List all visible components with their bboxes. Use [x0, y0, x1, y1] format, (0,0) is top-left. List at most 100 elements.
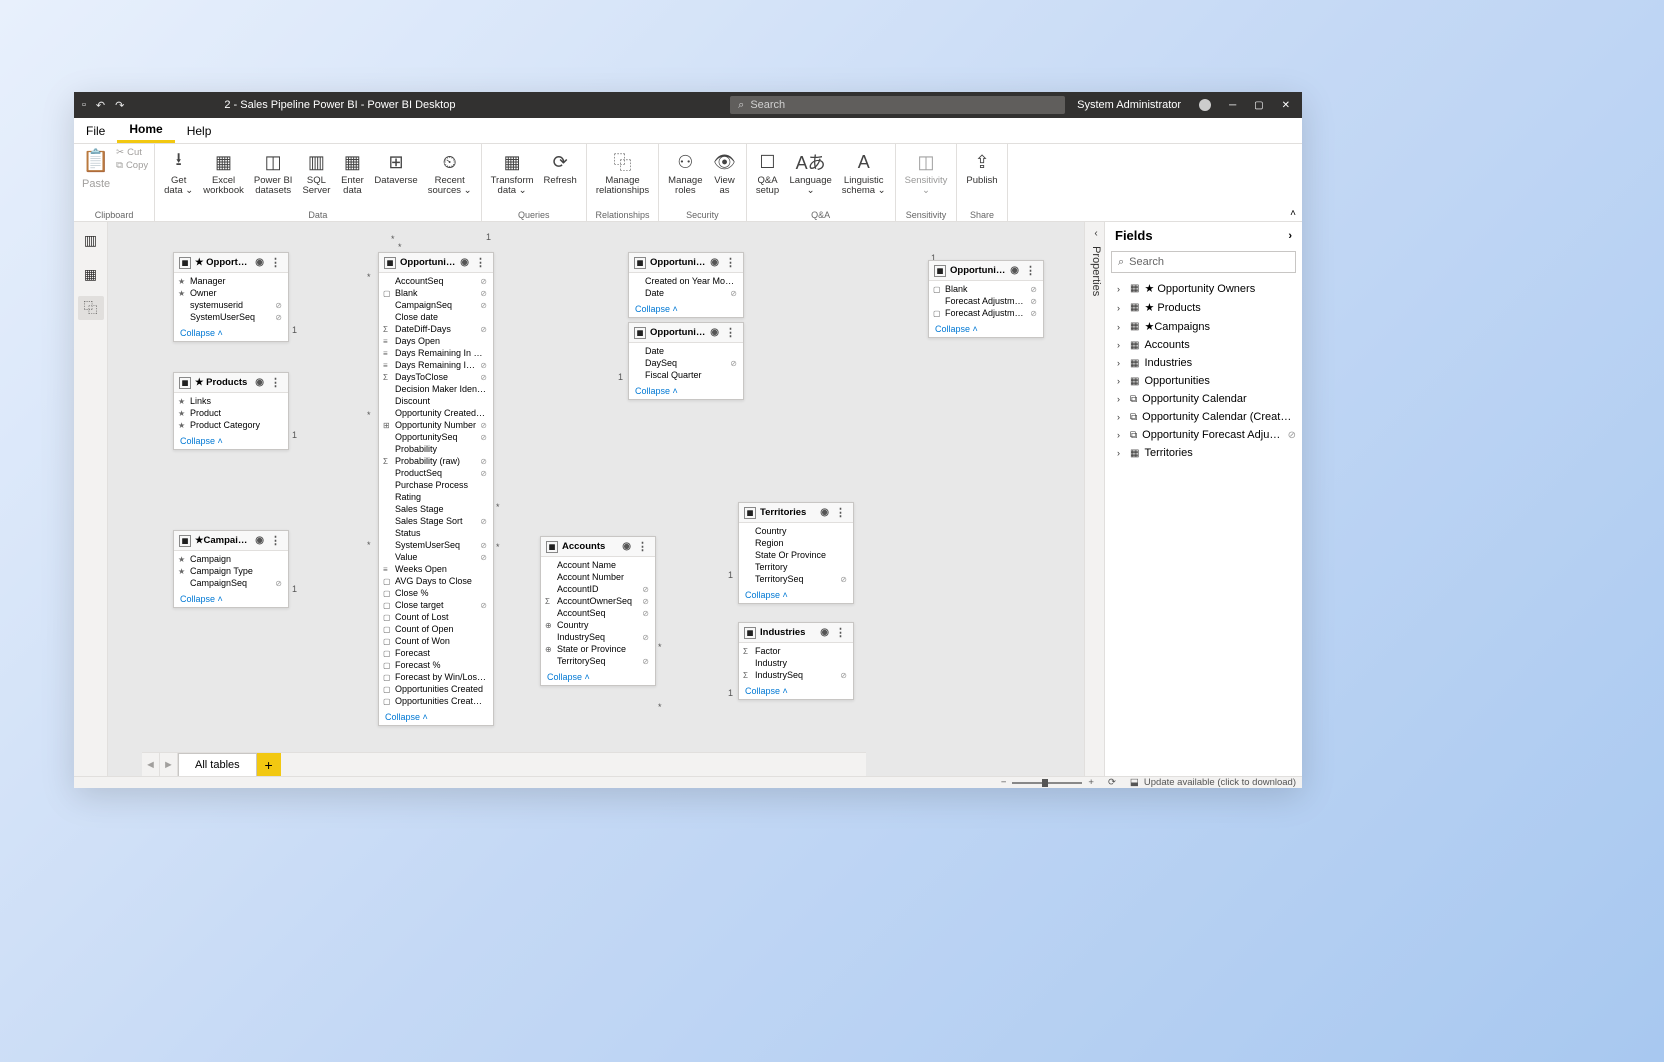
chevron-right-icon[interactable]: ›: [1288, 230, 1292, 242]
field-row[interactable]: ★Owner: [174, 287, 288, 299]
field-row[interactable]: ★Product Category: [174, 419, 288, 431]
collapse-link[interactable]: Collapse: [174, 325, 288, 341]
field-row[interactable]: ⊞Opportunity Number⊘: [379, 419, 493, 431]
user-name[interactable]: System Administrator: [1077, 99, 1181, 111]
update-available[interactable]: ⬓ Update available (click to download): [1130, 777, 1296, 788]
collapse-link[interactable]: Collapse: [629, 383, 743, 399]
field-row[interactable]: Opportunity Created On: [379, 407, 493, 419]
field-row[interactable]: TerritorySeq⊘: [541, 655, 655, 667]
eye-icon[interactable]: ◉: [820, 627, 829, 638]
ribbon-btn-linguistic[interactable]: ALinguistic schema ⌄: [837, 146, 891, 210]
collapse-link[interactable]: Collapse: [174, 433, 288, 449]
ribbon-btn-transform[interactable]: ▦Transform data ⌄: [486, 146, 539, 210]
field-row[interactable]: DaySeq⊘: [629, 357, 743, 369]
more-icon[interactable]: ⋮: [723, 256, 738, 269]
field-row[interactable]: IndustrySeq⊘: [541, 631, 655, 643]
undo-icon[interactable]: ↶: [96, 99, 105, 112]
collapse-link[interactable]: Collapse: [629, 301, 743, 317]
field-row[interactable]: ΣDateDiff-Days⊘: [379, 323, 493, 335]
ribbon-btn-view[interactable]: 👁View as: [708, 146, 742, 210]
field-row[interactable]: Sales Stage Sort⊘: [379, 515, 493, 527]
ribbon-btn-language[interactable]: AあLanguage ⌄: [785, 146, 837, 210]
field-row[interactable]: Date⊘: [629, 287, 743, 299]
field-row[interactable]: ▢Close target⊘: [379, 599, 493, 611]
field-row[interactable]: ▢Count of Won: [379, 635, 493, 647]
field-row[interactable]: Discount: [379, 395, 493, 407]
save-icon[interactable]: ▫: [82, 99, 86, 111]
close-button[interactable]: ✕: [1282, 100, 1290, 111]
collapse-link[interactable]: Collapse: [929, 321, 1043, 337]
field-row[interactable]: ▢Blank⊘: [379, 287, 493, 299]
field-row[interactable]: SystemUserSeq⊘: [379, 539, 493, 551]
field-row[interactable]: ≡Days Open: [379, 335, 493, 347]
field-row[interactable]: OpportunitySeq⊘: [379, 431, 493, 443]
table-campaigns[interactable]: ▦★Campaigns◉⋮★Campaign★Campaign TypeCamp…: [173, 530, 289, 608]
field-row[interactable]: ΣDaysToClose⊘: [379, 371, 493, 383]
field-row[interactable]: ★Campaign Type: [174, 565, 288, 577]
fields-table-opportunity-calendar[interactable]: ›⧉Opportunity Calendar: [1105, 390, 1302, 408]
fields-table--campaigns[interactable]: ›▦★Campaigns: [1105, 317, 1302, 336]
field-row[interactable]: ⊕State or Province: [541, 643, 655, 655]
refresh-icon[interactable]: ⟳: [1108, 777, 1116, 788]
fields-table-opportunity-forecast-adjustment[interactable]: ›⧉Opportunity Forecast Adjustment⊘: [1105, 426, 1302, 444]
ribbon-btn-enter[interactable]: ▦Enter data: [335, 146, 369, 210]
fields-table-industries[interactable]: ›▦Industries: [1105, 354, 1302, 372]
ribbon-btn-sql[interactable]: ▥SQL Server: [297, 146, 335, 210]
collapse-link[interactable]: Collapse: [174, 591, 288, 607]
ribbon-btn-recent[interactable]: ⏲Recent sources ⌄: [423, 146, 477, 210]
field-row[interactable]: ▢Forecast by Win/Loss Ratio: [379, 671, 493, 683]
more-icon[interactable]: ⋮: [268, 376, 283, 389]
field-row[interactable]: ▢Opportunities Created: [379, 683, 493, 695]
more-icon[interactable]: ⋮: [833, 506, 848, 519]
field-row[interactable]: AccountID⊘: [541, 583, 655, 595]
table-opp-calendar[interactable]: ▦Opportunity Calendar◉⋮DateDaySeq⊘Fiscal…: [628, 322, 744, 400]
zoom-in-icon[interactable]: +: [1088, 777, 1094, 788]
table-opportunity-owners[interactable]: ▦★ Opportunity Owners◉⋮★Manager★Ownersys…: [173, 252, 289, 342]
table-header[interactable]: ▦Opportunity Calendar◉⋮: [629, 323, 743, 343]
eye-icon[interactable]: ◉: [255, 377, 264, 388]
field-row[interactable]: Industry: [739, 657, 853, 669]
tab-home[interactable]: Home: [117, 118, 174, 143]
field-row[interactable]: ≡Days Remaining In Pipeline: [379, 347, 493, 359]
field-row[interactable]: Created on Year Month: [629, 275, 743, 287]
eye-icon[interactable]: ◉: [622, 541, 631, 552]
field-row[interactable]: ▢Count of Lost: [379, 611, 493, 623]
more-icon[interactable]: ⋮: [635, 540, 650, 553]
eye-icon[interactable]: ◉: [1010, 265, 1019, 276]
fields-table-territories[interactable]: ›▦Territories: [1105, 444, 1302, 462]
eye-icon[interactable]: ◉: [255, 535, 264, 546]
report-view-icon[interactable]: ▥: [78, 228, 104, 252]
tab-help[interactable]: Help: [175, 118, 224, 143]
table-header[interactable]: ▦Opportunities◉⋮: [379, 253, 493, 273]
field-row[interactable]: ▢Forecast %: [379, 659, 493, 671]
ribbon-btn-dataverse[interactable]: ⊞Dataverse: [369, 146, 422, 210]
field-row[interactable]: State Or Province: [739, 549, 853, 561]
field-row[interactable]: ▢Opportunities Created - MoM ...: [379, 695, 493, 707]
field-row[interactable]: ★Manager: [174, 275, 288, 287]
more-icon[interactable]: ⋮: [268, 534, 283, 547]
table-header[interactable]: ▦Territories◉⋮: [739, 503, 853, 523]
ribbon-btn-refresh[interactable]: ⟳Refresh: [539, 146, 582, 210]
field-row[interactable]: Country: [739, 525, 853, 537]
model-view-icon[interactable]: ⿻: [78, 296, 104, 320]
field-row[interactable]: AccountSeq⊘: [541, 607, 655, 619]
eye-icon[interactable]: ◉: [460, 257, 469, 268]
table-forecast[interactable]: ▦Opportunity Forecast...◉⋮▢Blank⊘Forecas…: [928, 260, 1044, 338]
data-view-icon[interactable]: ▦: [78, 262, 104, 286]
field-row[interactable]: ▢AVG Days to Close: [379, 575, 493, 587]
field-row[interactable]: ▢Blank⊘: [929, 283, 1043, 295]
more-icon[interactable]: ⋮: [268, 256, 283, 269]
field-row[interactable]: ▢Count of Open: [379, 623, 493, 635]
fields-table--products[interactable]: ›▦★ Products: [1105, 298, 1302, 317]
fields-table--opportunity-owners[interactable]: ›▦★ Opportunity Owners: [1105, 279, 1302, 298]
table-header[interactable]: ▦★ Opportunity Owners◉⋮: [174, 253, 288, 273]
field-row[interactable]: ▢Forecast: [379, 647, 493, 659]
field-row[interactable]: Probability: [379, 443, 493, 455]
field-row[interactable]: ≡Days Remaining In Pipeline (bi...⊘: [379, 359, 493, 371]
more-icon[interactable]: ⋮: [723, 326, 738, 339]
field-row[interactable]: Close date: [379, 311, 493, 323]
page-tab-all-tables[interactable]: All tables: [178, 753, 257, 776]
field-row[interactable]: Account Number: [541, 571, 655, 583]
field-row[interactable]: ProductSeq⊘: [379, 467, 493, 479]
field-row[interactable]: ΣProbability (raw)⊘: [379, 455, 493, 467]
